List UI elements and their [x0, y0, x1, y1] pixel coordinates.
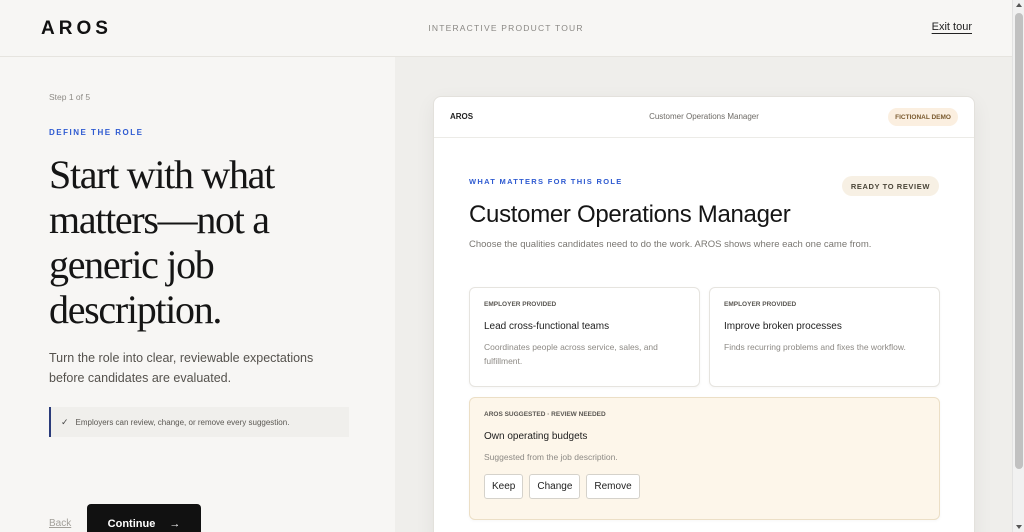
top-bar: AROS INTERACTIVE PRODUCT TOUR Exit tour [0, 0, 1012, 57]
quality-card[interactable]: EMPLOYER PROVIDED Improve broken process… [709, 287, 940, 387]
quality-card[interactable]: EMPLOYER PROVIDED Lead cross-functional … [469, 287, 700, 387]
role-description: Choose the qualities candidates need to … [469, 239, 872, 250]
scroll-up-icon[interactable] [1016, 3, 1022, 7]
what-matters-eyebrow: WHAT MATTERS FOR THIS ROLE [469, 177, 623, 186]
continue-button[interactable]: Continue → [87, 504, 201, 532]
preview-panel: AROS Customer Operations Manager FICTION… [395, 57, 1012, 532]
role-title: Customer Operations Manager [469, 201, 791, 228]
note-text: Employers can review, change, or remove … [75, 417, 290, 427]
tour-step-panel: Step 1 of 5 DEFINE THE ROLE Start with w… [0, 57, 395, 532]
preview-card-header: AROS Customer Operations Manager FICTION… [434, 97, 974, 138]
quality-name: Improve broken processes [724, 321, 842, 332]
vertical-scrollbar[interactable] [1012, 0, 1024, 532]
step-eyebrow: DEFINE THE ROLE [49, 128, 144, 137]
tour-label: INTERACTIVE PRODUCT TOUR [428, 23, 584, 33]
reassurance-note: ✓ Employers can review, change, or remov… [49, 407, 349, 437]
quality-description: Finds recurring problems and fixes the w… [724, 342, 906, 352]
step-headline: Start with what matters—not a generic jo… [49, 152, 275, 332]
scroll-down-icon[interactable] [1016, 525, 1022, 529]
fictional-demo-badge: FICTIONAL DEMO [888, 108, 958, 126]
change-button[interactable]: Change [529, 474, 581, 499]
preview-card: AROS Customer Operations Manager FICTION… [433, 96, 975, 532]
quality-name: Lead cross-functional teams [484, 321, 610, 332]
step-indicator: Step 1 of 5 [49, 92, 91, 102]
keep-button[interactable]: Keep [484, 474, 524, 499]
quality-source-tag: EMPLOYER PROVIDED [724, 301, 797, 308]
remove-button[interactable]: Remove [586, 474, 640, 499]
quality-description: Suggested from the job description. [484, 452, 618, 462]
back-link[interactable]: Back [49, 518, 71, 529]
suggested-quality-card: AROS SUGGESTED · REVIEW NEEDED Own opera… [469, 397, 940, 520]
arrow-right-icon: → [169, 518, 181, 530]
exit-tour-link[interactable]: Exit tour [932, 21, 972, 33]
quality-source-tag: EMPLOYER PROVIDED [484, 301, 557, 308]
quality-source-tag: AROS SUGGESTED · REVIEW NEEDED [484, 411, 606, 418]
scrollbar-thumb[interactable] [1015, 13, 1023, 469]
quality-description: Coordinates people across service, sales… [484, 342, 658, 366]
ready-to-review-badge: READY TO REVIEW [841, 176, 939, 196]
step-description: Turn the role into clear, reviewable exp… [49, 351, 314, 385]
quality-name: Own operating budgets [484, 431, 588, 442]
continue-label: Continue [107, 518, 156, 530]
suggestion-actions: Keep Change Remove [484, 474, 925, 499]
check-icon: ✓ [61, 416, 69, 427]
